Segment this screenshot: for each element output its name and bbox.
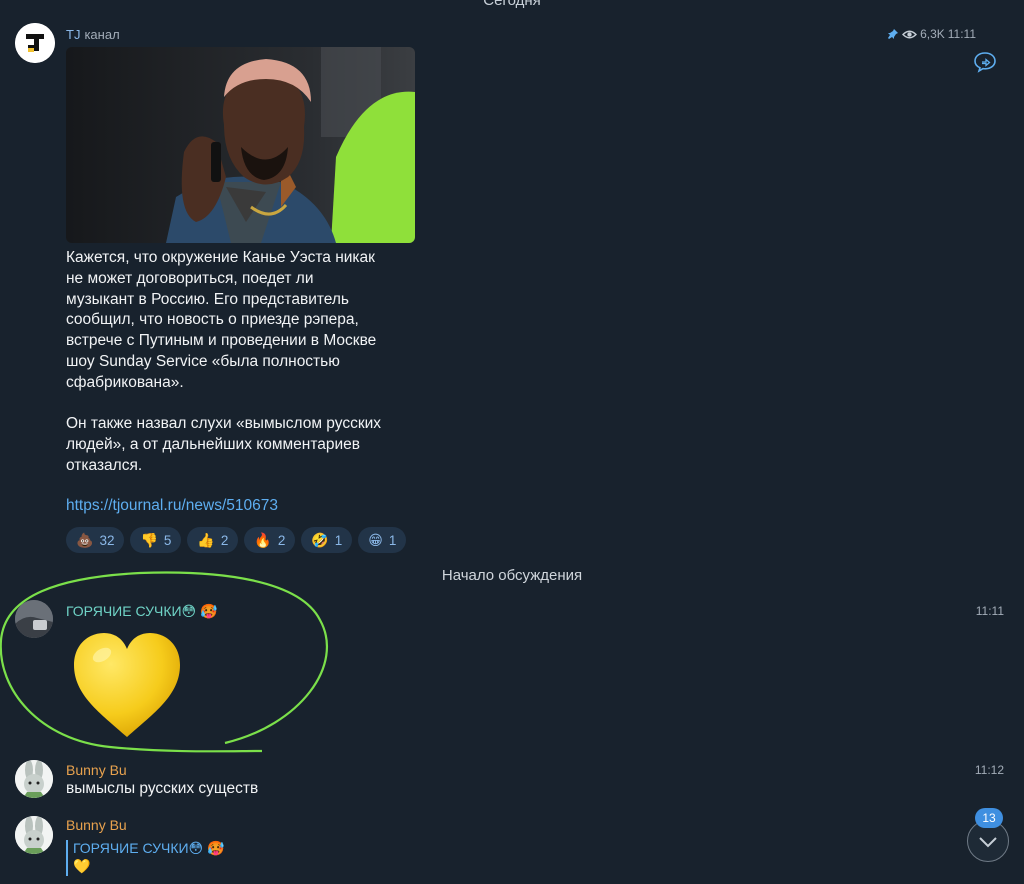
post-text: Кажется, что окружение Канье Уэста никак… [66, 249, 382, 474]
post-photo[interactable] [66, 47, 415, 243]
rofl-emoji-icon: 🤣 [311, 531, 329, 548]
reaction-poop[interactable]: 💩 32 [66, 527, 125, 553]
message-author[interactable]: Bunny Bu [66, 817, 127, 833]
kanye-photo-image [66, 47, 415, 243]
message-author[interactable]: ГОРЯЧИЕ СУЧКИ😳 🥵 [66, 603, 217, 620]
thumbs-down-emoji-icon: 👎 [140, 531, 158, 548]
discussion-start-label: Начало обсуждения [441, 567, 583, 584]
reaction-count: 2 [277, 532, 286, 548]
channel-subtitle: канал [84, 27, 120, 42]
sticker-yellow-heart[interactable] [70, 625, 185, 743]
pin-icon [888, 29, 899, 39]
reaction-grin[interactable]: 😁 1 [358, 527, 407, 553]
eye-icon [902, 30, 918, 38]
bunny-avatar-image [15, 760, 53, 798]
date-header: Сегодня [483, 0, 541, 9]
reaction-thumbs-down[interactable]: 👎 5 [130, 527, 182, 553]
reaction-rofl[interactable]: 🤣 1 [301, 527, 353, 553]
reaction-fire[interactable]: 🔥 2 [244, 527, 296, 553]
reaction-count: 1 [388, 532, 397, 548]
user-photo-image [15, 600, 53, 638]
reaction-count: 1 [334, 532, 343, 548]
user-avatar[interactable] [15, 816, 53, 854]
bunny-avatar-image [15, 816, 53, 854]
fire-emoji-icon: 🔥 [254, 531, 272, 548]
yellow-heart-icon [74, 633, 180, 737]
share-icon[interactable] [973, 50, 997, 74]
post-meta: 6,3K 11:11 [887, 27, 976, 41]
message-time: 11:11 [975, 604, 1004, 618]
reaction-thumbs-up[interactable]: 👍 2 [187, 527, 239, 553]
reaction-count: 2 [220, 532, 229, 548]
user-avatar[interactable] [15, 600, 53, 638]
unread-count-badge: 13 [975, 808, 1003, 828]
channel-name: TJ [66, 27, 81, 42]
message-time: 11:12 [974, 763, 1004, 777]
post-time: 11:11 [947, 27, 976, 41]
thumbs-up-emoji-icon: 👍 [197, 531, 215, 548]
user-avatar[interactable] [15, 760, 53, 798]
tj-logo-icon [15, 23, 55, 63]
reply-author[interactable]: ГОРЯЧИЕ СУЧКИ😳 🥵 [73, 840, 224, 857]
post-link[interactable]: https://tjournal.ru/news/510673 [66, 497, 278, 515]
message-author[interactable]: Bunny Bu [66, 762, 127, 778]
reaction-count: 5 [163, 532, 172, 548]
reply-preview[interactable]: 💛 [73, 858, 90, 875]
reply-quote-bar [66, 840, 68, 876]
views-count: 6,3K [920, 27, 945, 41]
poop-emoji-icon: 💩 [76, 531, 94, 548]
channel-title[interactable]: TJ канал [66, 27, 120, 42]
grin-emoji-icon: 😁 [368, 531, 383, 548]
reactions-bar: 💩 32 👎 5 👍 2 🔥 2 🤣 1 😁 1 [66, 527, 407, 553]
reaction-count: 32 [99, 532, 115, 548]
channel-avatar[interactable] [15, 23, 55, 63]
message-text: вымыслы русских существ [66, 780, 259, 797]
